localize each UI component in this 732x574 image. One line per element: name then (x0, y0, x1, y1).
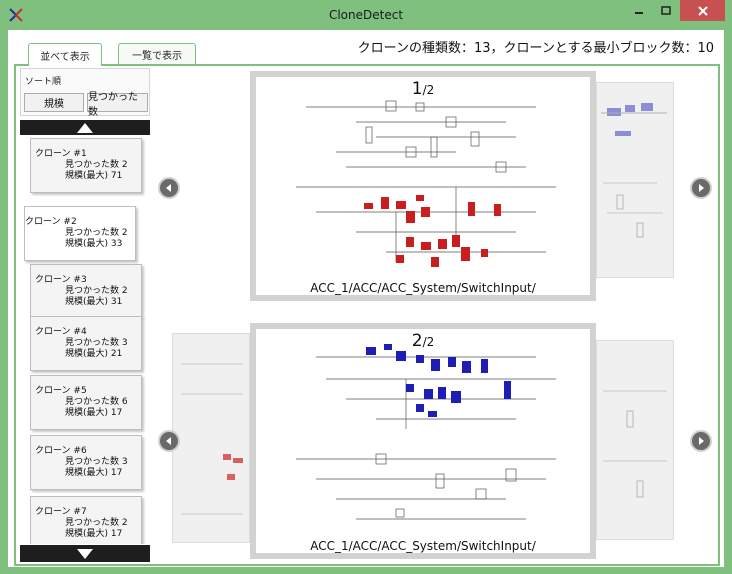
clone-title: クローン #1 (35, 149, 87, 159)
clone-max-size: 規模(最大) 31 (65, 297, 123, 307)
next-instance-button[interactable] (690, 177, 712, 199)
minimize-button[interactable] (625, 0, 652, 21)
maximize-button[interactable] (652, 0, 679, 21)
close-button[interactable] (680, 0, 725, 21)
triangle-up-icon (77, 122, 93, 133)
clone-instance-card-2[interactable]: 2/2 ACC_1/ACC/ACC_System/SwitchInput/ (250, 323, 596, 559)
sort-panel: ソート順 規模 見つかった数 (20, 68, 150, 118)
clone-title: クローン #4 (35, 327, 87, 337)
minimize-icon (634, 11, 643, 14)
clone-summary-text: クローンの種類数：13，クローンとする最小ブロック数：10 (357, 41, 714, 56)
clone-found-count: 見つかった数 2 (65, 518, 128, 528)
clone-title: クローン #5 (35, 386, 87, 396)
clone-path: ACC_1/ACC/ACC_System/SwitchInput/ (256, 281, 590, 295)
clone-path: ACC_1/ACC/ACC_System/SwitchInput/ (256, 539, 590, 553)
clone-title: クローン #3 (35, 275, 87, 285)
clone-instance-card-1[interactable]: 1/2 ACC_1/ACC/ACC_System/SwitchInput/ (250, 71, 596, 301)
arrow-left-icon (166, 184, 171, 192)
clone-found-count: 見つかった数 6 (65, 397, 128, 407)
app-window: CloneDetect クローンの種類数：13，クローンとする最小ブロック数：1… (0, 0, 732, 574)
model-diagram (296, 344, 556, 520)
clone-max-size: 規模(最大) 21 (65, 349, 123, 359)
clone-found-count: 見つかった数 3 (65, 457, 128, 467)
clone-title: クローン #6 (35, 446, 87, 456)
triangle-down-icon (77, 548, 93, 559)
clone-viewer: 1/2 ACC_1/ACC/ACC_System/SwitchInput/ 2/… (156, 68, 714, 562)
clone-found-count: 見つかった数 3 (65, 338, 128, 348)
clone-title: クローン #7 (35, 507, 87, 517)
prev-instance-button-2[interactable] (158, 430, 180, 452)
close-icon (697, 5, 708, 16)
scroll-down-button[interactable] (20, 545, 150, 562)
clone-item-4[interactable]: クローン #4 見つかった数 3 規模(最大) 21 (30, 316, 142, 371)
clone-item-3[interactable]: クローン #3 見つかった数 2 規模(最大) 31 (30, 264, 142, 319)
clone-max-size: 規模(最大) 71 (65, 171, 123, 181)
arrow-right-icon (699, 437, 704, 445)
title-bar[interactable]: CloneDetect (0, 0, 732, 30)
side-diagram-thumbnail (603, 390, 667, 498)
tab-list-view[interactable]: 一覧で表示 (118, 43, 196, 65)
clone-item-7[interactable]: クローン #7 見つかった数 2 規模(最大) 17 (30, 496, 142, 544)
model-diagram (296, 100, 556, 267)
window-title: CloneDetect (328, 8, 404, 22)
clone-item-6[interactable]: クローン #6 見つかった数 3 規模(最大) 17 (30, 435, 142, 490)
clone-found-count: 見つかった数 2 (65, 286, 128, 296)
clone-found-count: 見つかった数 2 (65, 160, 128, 170)
tab-side-by-side[interactable]: 並べて表示 (28, 43, 102, 66)
clone-title: クローン #2 (25, 217, 77, 227)
side-diagram-thumbnail (601, 103, 667, 238)
clone-item-1[interactable]: クローン #1 見つかった数 2 規模(最大) 71 (30, 138, 142, 193)
clone-max-size: 規模(最大) 17 (65, 468, 123, 478)
clone-found-count: 見つかった数 2 (65, 228, 128, 238)
sort-label: ソート順 (25, 77, 62, 87)
clone-item-2[interactable]: クローン #2 見つかった数 2 規模(最大) 33 (24, 206, 136, 261)
client-area: クローンの種類数：13，クローンとする最小ブロック数：10 並べて表示 一覧で表… (8, 30, 724, 567)
arrow-left-icon (166, 437, 171, 445)
scroll-up-button[interactable] (20, 120, 150, 135)
tab-content: ソート順 規模 見つかった数 クローン #1 見つかった数 2 規模(最大) 7… (14, 64, 720, 566)
sort-by-size-button[interactable]: 規模 (24, 93, 84, 112)
prev-side-card[interactable] (172, 333, 250, 543)
next-side-card-2[interactable] (596, 340, 674, 540)
next-side-card[interactable] (596, 82, 674, 278)
side-diagram-thumbnail (181, 363, 243, 515)
clone-max-size: 規模(最大) 17 (65, 529, 123, 539)
clone-max-size: 規模(最大) 17 (65, 408, 123, 418)
clone-list[interactable]: クローン #1 見つかった数 2 規模(最大) 71 クローン #2 見つかった… (20, 138, 150, 544)
clone-max-size: 規模(最大) 33 (65, 239, 123, 249)
arrow-right-icon (699, 184, 704, 192)
sort-by-found-button[interactable]: 見つかった数 (87, 92, 148, 118)
next-instance-button-2[interactable] (690, 430, 712, 452)
clone-item-5[interactable]: クローン #5 見つかった数 6 規模(最大) 17 (30, 375, 142, 430)
prev-instance-button[interactable] (158, 177, 180, 199)
clone-sidebar: ソート順 規模 見つかった数 クローン #1 見つかった数 2 規模(最大) 7… (20, 68, 150, 562)
maximize-icon (660, 5, 671, 15)
